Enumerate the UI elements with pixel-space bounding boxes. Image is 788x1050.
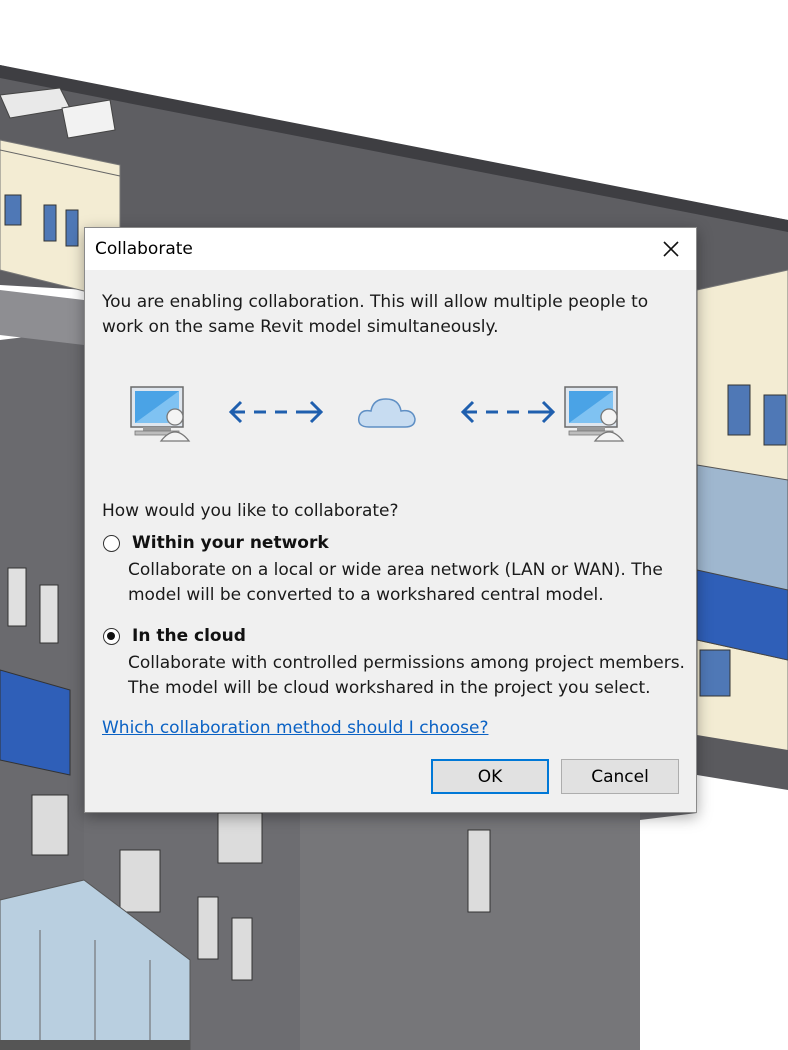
- option-label[interactable]: Within your network: [132, 533, 329, 553]
- help-link[interactable]: Which collaboration method should I choo…: [102, 718, 488, 738]
- computer-user-icon: [564, 386, 625, 442]
- close-icon: [663, 241, 679, 257]
- computer-user-icon: [130, 386, 191, 442]
- collaboration-illustration: [130, 386, 625, 442]
- cloud-icon: [357, 398, 416, 428]
- dialog-titlebar: Collaborate: [85, 228, 696, 270]
- cancel-button[interactable]: Cancel: [561, 759, 679, 794]
- radio-within-network[interactable]: [103, 535, 120, 552]
- collaboration-question: How would you like to collaborate?: [102, 501, 399, 521]
- radio-in-the-cloud[interactable]: [103, 628, 120, 645]
- dialog-body: You are enabling collaboration. This wil…: [102, 290, 687, 340]
- collaborate-dialog: Collaborate You are enabling collaborati…: [84, 227, 697, 813]
- double-arrow-icon: [460, 400, 556, 424]
- dialog-title: Collaborate: [95, 239, 193, 259]
- option-description: Collaborate on a local or wide area netw…: [128, 560, 663, 605]
- intro-text: You are enabling collaboration. This wil…: [102, 292, 649, 337]
- ok-button[interactable]: OK: [431, 759, 549, 794]
- close-button[interactable]: [654, 232, 688, 266]
- option-label[interactable]: In the cloud: [132, 626, 246, 646]
- double-arrow-icon: [228, 400, 324, 424]
- option-description: Collaborate with controlled permissions …: [128, 653, 685, 698]
